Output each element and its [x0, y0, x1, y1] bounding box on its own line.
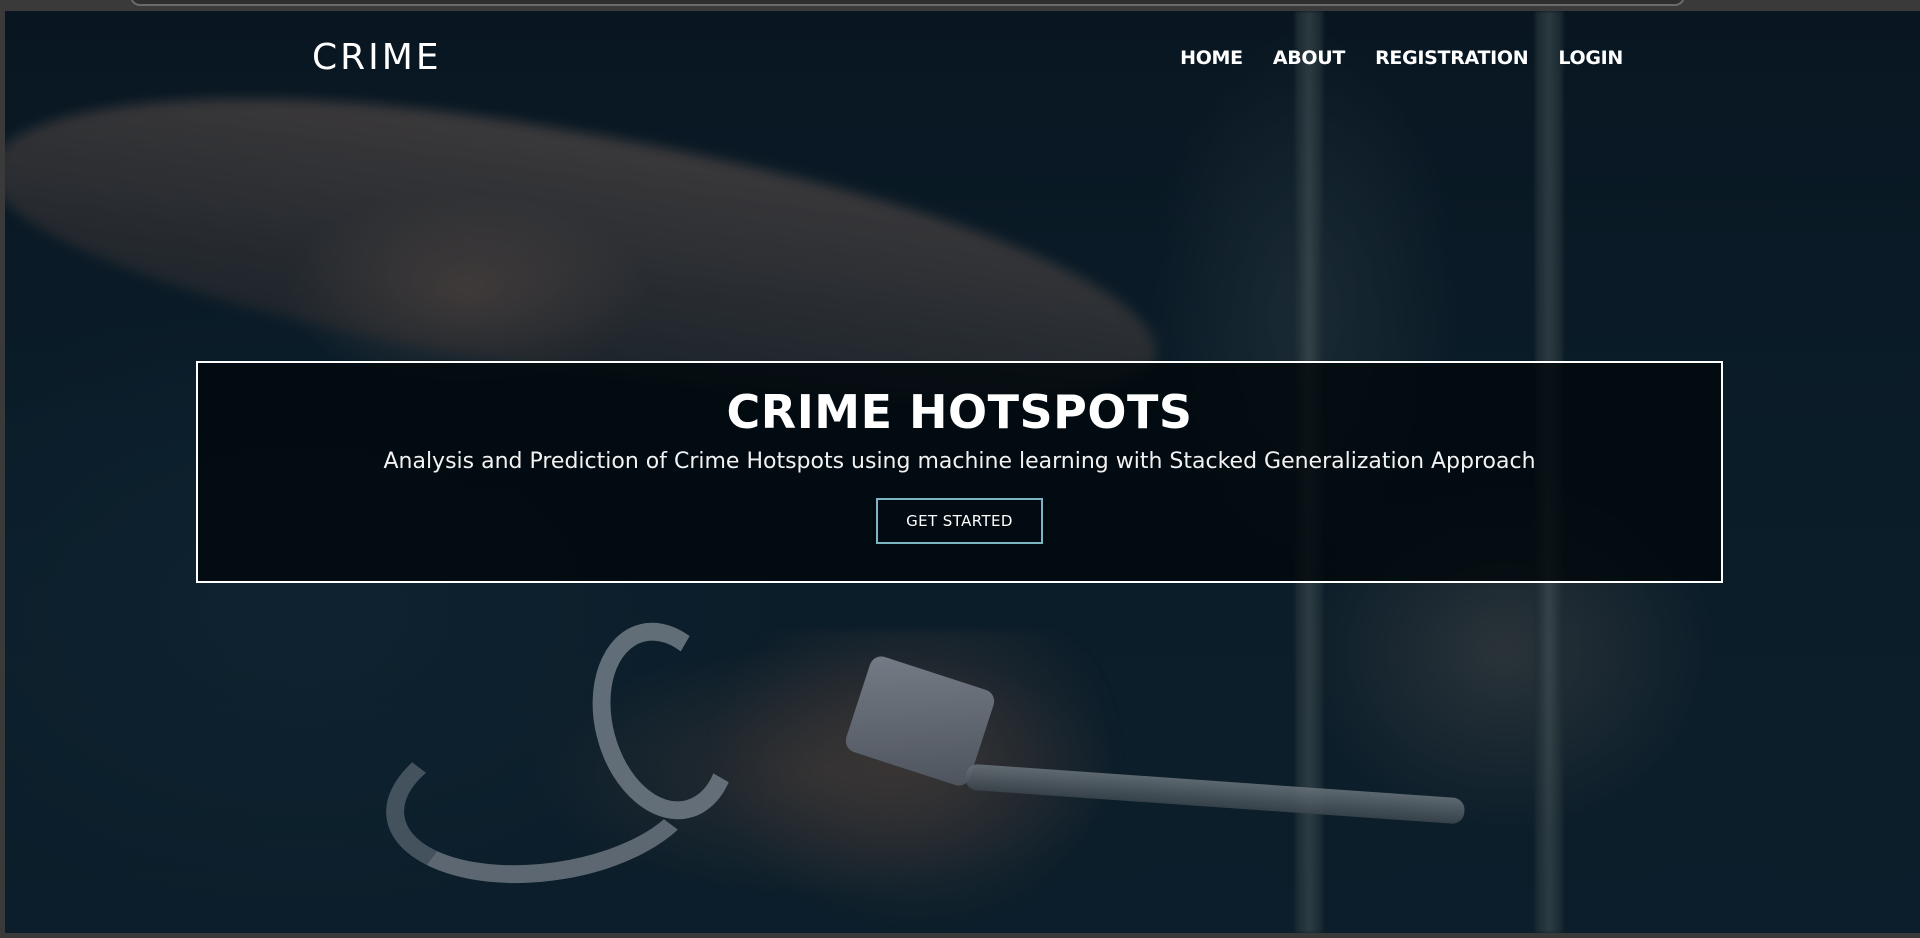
- hero-title: CRIME HOTSPOTS: [726, 385, 1193, 439]
- hero-section: CRIME HOME ABOUT REGISTRATION LOGIN CRIM…: [5, 11, 1920, 933]
- nav-links: HOME ABOUT REGISTRATION LOGIN: [1180, 47, 1623, 69]
- nav-link-home[interactable]: HOME: [1180, 47, 1243, 69]
- browser-edge-strip: [130, 0, 1685, 6]
- brand-logo[interactable]: CRIME: [312, 37, 442, 78]
- navbar: CRIME HOME ABOUT REGISTRATION LOGIN: [5, 11, 1920, 101]
- get-started-button[interactable]: GET STARTED: [876, 498, 1043, 544]
- nav-link-registration[interactable]: REGISTRATION: [1375, 47, 1529, 69]
- hero-subtitle: Analysis and Prediction of Crime Hotspot…: [383, 449, 1536, 474]
- nav-link-about[interactable]: ABOUT: [1273, 47, 1346, 69]
- nav-link-login[interactable]: LOGIN: [1558, 47, 1623, 69]
- hero-caption-box: CRIME HOTSPOTS Analysis and Prediction o…: [196, 361, 1723, 583]
